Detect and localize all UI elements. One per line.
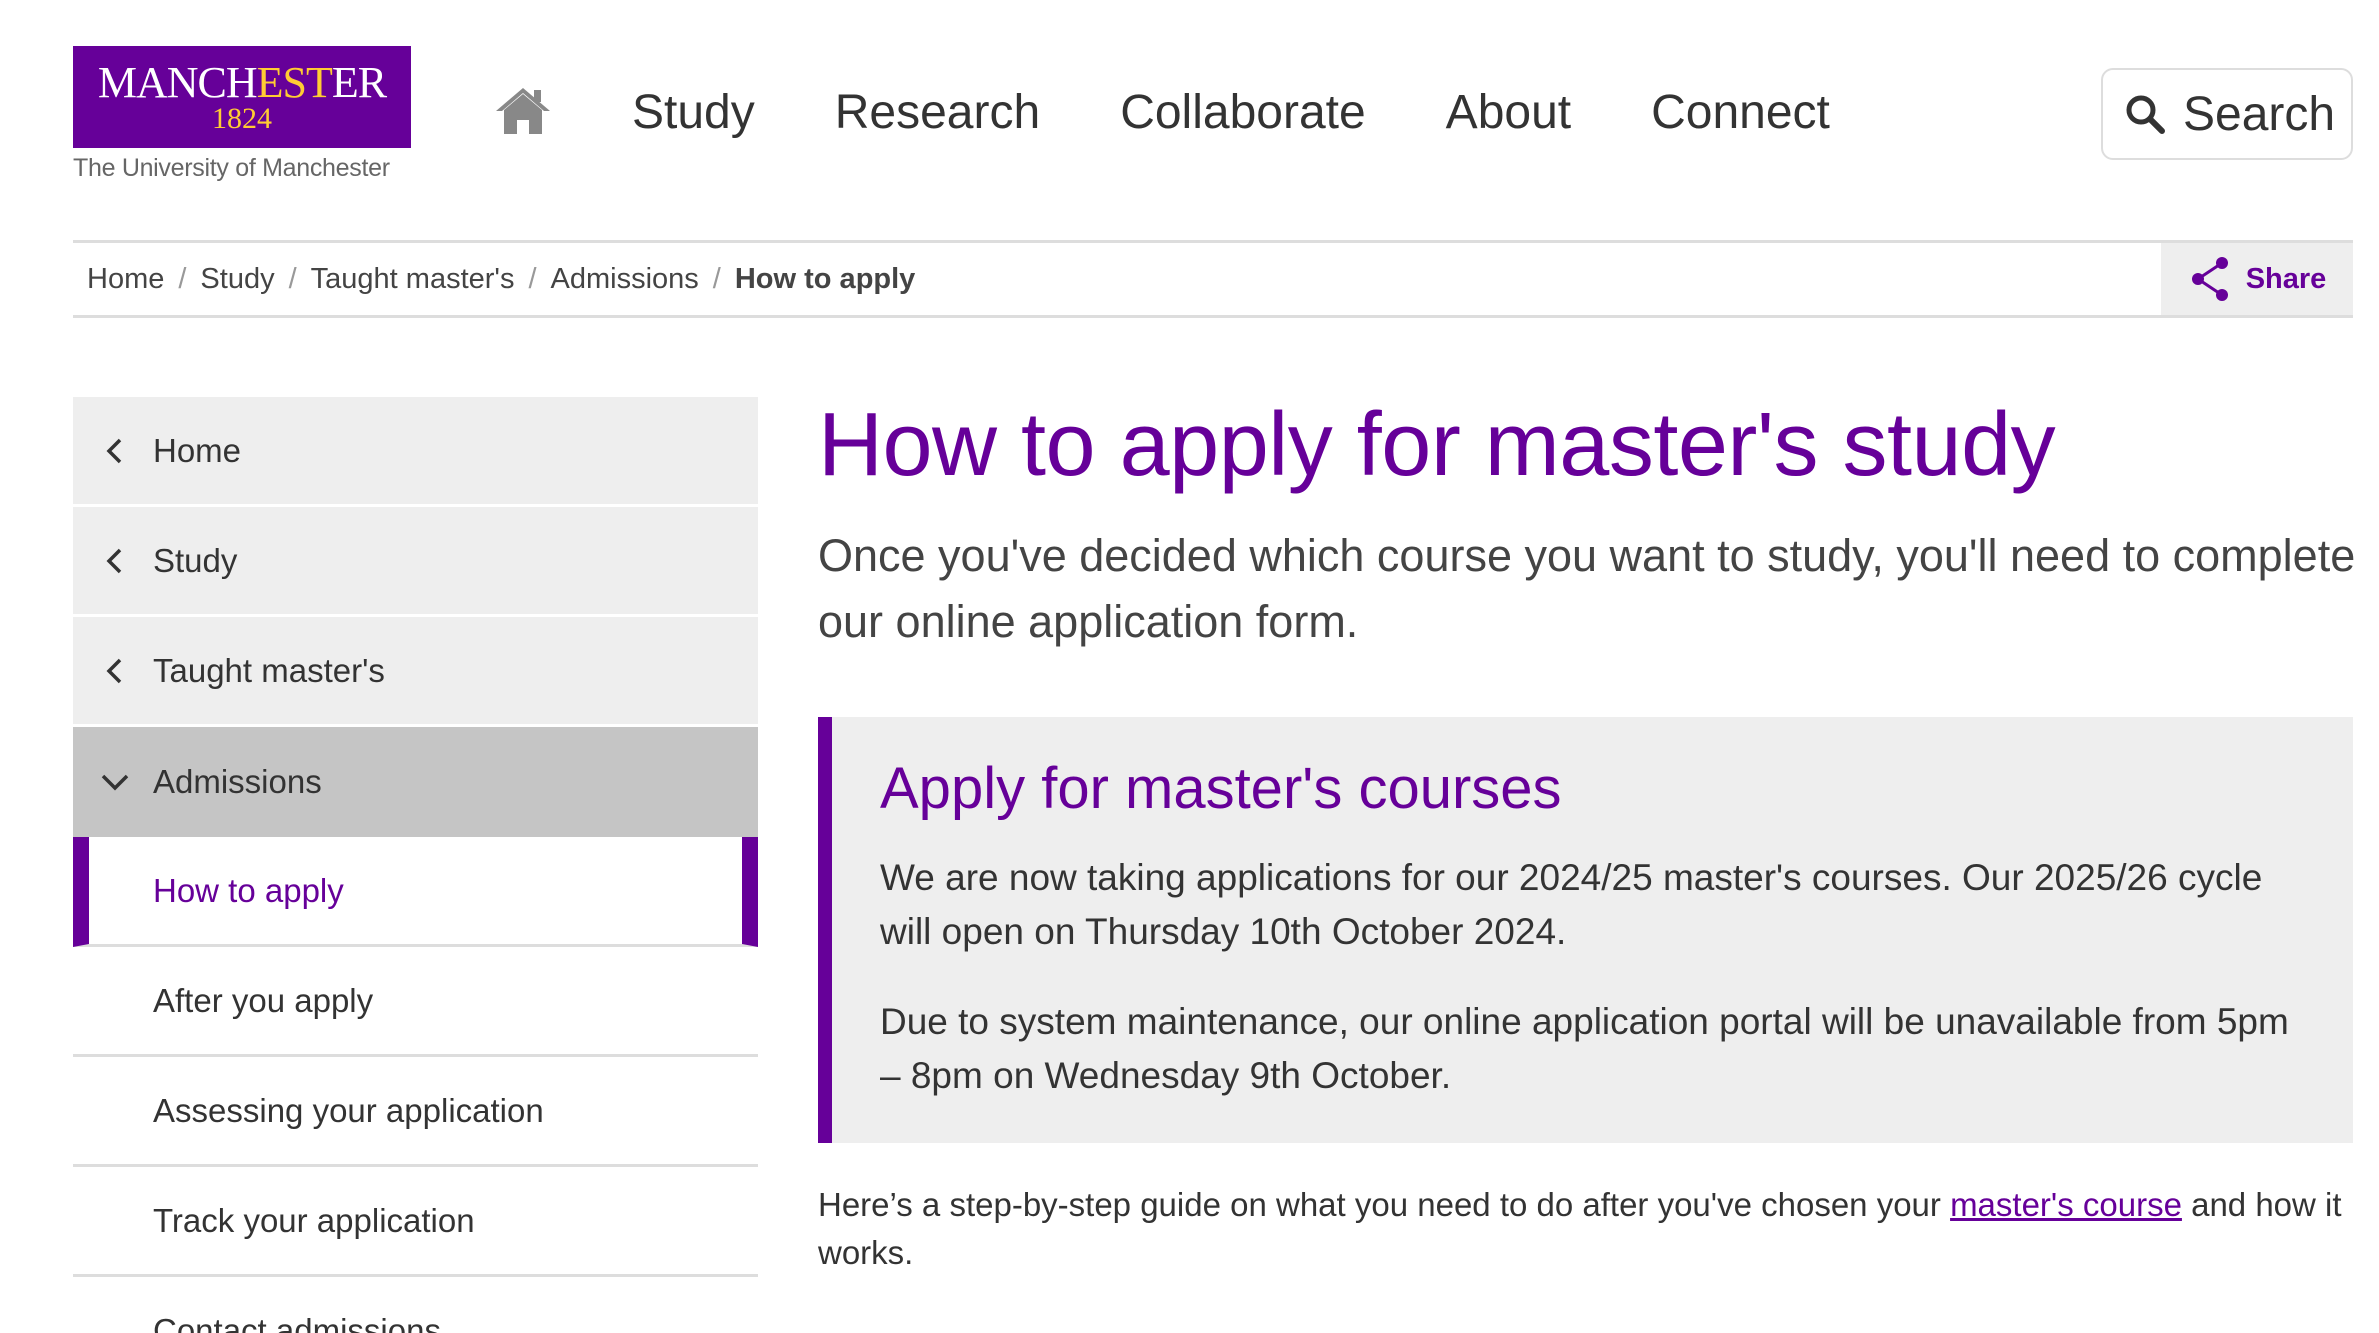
breadcrumb-current: How to apply xyxy=(734,262,916,295)
logo-year: 1824 xyxy=(212,102,272,135)
breadcrumb-separator: / xyxy=(528,262,537,295)
sidebar-item-after-you-apply[interactable]: After you apply xyxy=(73,947,758,1057)
lead-paragraph: Once you've decided which course you wan… xyxy=(818,530,2356,647)
breadcrumb: Home / Study / Taught master's / Admissi… xyxy=(87,243,915,315)
chevron-down-icon xyxy=(101,774,129,791)
chevron-left-icon xyxy=(106,658,122,683)
sidebar-item-label: How to apply xyxy=(153,871,344,909)
sidebar-item-track-application[interactable]: Track your application xyxy=(73,1167,758,1277)
sidebar-item-label: Admissions xyxy=(153,763,322,800)
share-icon xyxy=(2191,257,2228,301)
breadcrumb-separator: / xyxy=(178,262,187,295)
sidebar-item-label: Assessing your application xyxy=(153,1091,544,1129)
share-button[interactable]: Share xyxy=(2161,243,2353,315)
university-logo[interactable]: MANCHESTER 1824 The University of Manche… xyxy=(73,46,411,183)
search-icon xyxy=(2126,95,2165,134)
sidebar-nav: Home Study Taught master's Admissions Ho… xyxy=(73,397,758,1333)
sidebar-item-how-to-apply[interactable]: How to apply xyxy=(73,837,758,947)
breadcrumb-home[interactable]: Home xyxy=(87,263,164,296)
sidebar-item-home[interactable]: Home xyxy=(73,397,758,507)
nav-study[interactable]: Study xyxy=(632,82,755,144)
breadcrumb-study[interactable]: Study xyxy=(200,263,274,296)
breadcrumb-separator: / xyxy=(712,262,721,295)
sidebar-item-study[interactable]: Study xyxy=(73,507,758,617)
sidebar-item-label: Home xyxy=(153,431,242,469)
notice-paragraph: Due to system maintenance, our online ap… xyxy=(880,1001,2289,1096)
chevron-left-icon xyxy=(106,438,122,463)
nav-about[interactable]: About xyxy=(1446,82,1571,144)
logo-box: MANCHESTER 1824 xyxy=(73,46,411,148)
main-nav: Study Research Collaborate About Connect xyxy=(632,82,1830,144)
search-button[interactable]: Search xyxy=(2101,68,2353,160)
page-title: How to apply for master's study xyxy=(818,395,2056,495)
page: MANCHESTER 1824 The University of Manche… xyxy=(0,0,2379,1333)
main-content: How to apply for master's study Once you… xyxy=(818,395,2355,1277)
breadcrumb-taught-masters[interactable]: Taught master's xyxy=(311,263,515,296)
sidebar-item-label: Contact admissions xyxy=(153,1311,441,1333)
breadcrumb-bar: Home / Study / Taught master's / Admissi… xyxy=(73,240,2353,318)
chevron-left-icon xyxy=(106,548,122,573)
logo-tagline: The University of Manchester xyxy=(73,154,390,182)
search-label: Search xyxy=(2183,87,2336,141)
sidebar-item-label: After you apply xyxy=(153,981,374,1019)
home-icon[interactable] xyxy=(493,80,553,140)
guide-paragraph: Here’s a step-by-step guide on what you … xyxy=(818,1181,2358,1277)
sidebar-item-assessing-application[interactable]: Assessing your application xyxy=(73,1057,758,1167)
sidebar-item-label: Study xyxy=(153,541,238,579)
nav-collaborate[interactable]: Collaborate xyxy=(1120,82,1365,144)
notice-heading: Apply for master's courses xyxy=(880,756,1562,821)
nav-research[interactable]: Research xyxy=(835,82,1040,144)
guide-text: Here’s a step-by-step guide on what you … xyxy=(818,1186,1951,1223)
sidebar-item-contact-admissions[interactable]: Contact admissions xyxy=(73,1277,758,1333)
breadcrumb-admissions[interactable]: Admissions xyxy=(551,263,699,296)
sidebar-item-label: Taught master's xyxy=(153,651,385,689)
masters-course-link[interactable]: master's course xyxy=(1950,1186,2182,1223)
share-label: Share xyxy=(2245,262,2327,295)
sidebar-item-admissions[interactable]: Admissions xyxy=(73,727,758,837)
sidebar-item-label: Track your application xyxy=(153,1201,475,1239)
nav-connect[interactable]: Connect xyxy=(1651,82,1830,144)
logo-wordmark: MANCHESTER xyxy=(97,58,387,107)
notice-paragraph: We are now taking applications for our 2… xyxy=(880,857,2263,952)
sidebar-item-taught-masters[interactable]: Taught master's xyxy=(73,617,758,727)
notice-box: Apply for master's courses We are now ta… xyxy=(818,717,2353,1143)
breadcrumb-separator: / xyxy=(288,262,297,295)
